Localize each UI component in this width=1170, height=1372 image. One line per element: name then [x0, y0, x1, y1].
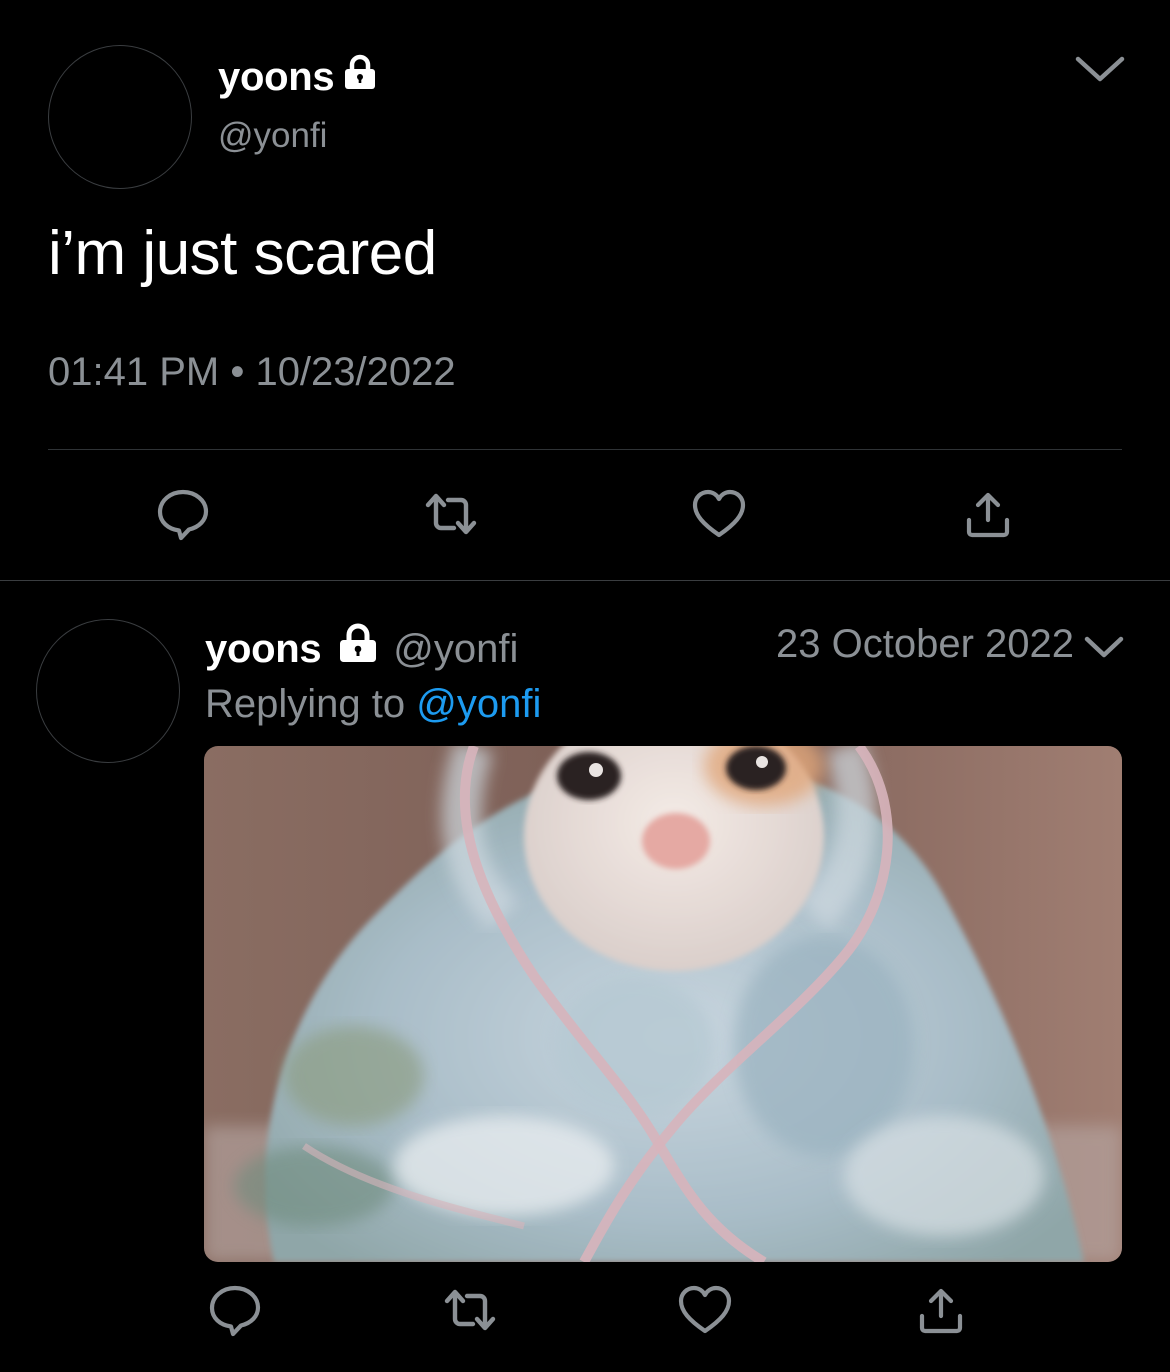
reply-icon — [155, 486, 211, 547]
display-name: yoons — [205, 626, 322, 671]
reply-date[interactable]: 23 October 2022 — [776, 622, 1074, 667]
display-name: yoons — [218, 54, 335, 99]
share-icon — [916, 1284, 966, 1341]
lock-icon — [335, 622, 381, 676]
heart-icon — [677, 1284, 733, 1341]
retweet-icon — [441, 1285, 499, 1340]
chevron-down-icon[interactable] — [1072, 50, 1128, 86]
reply-icon — [207, 1282, 263, 1343]
retweet-button[interactable] — [440, 1282, 500, 1342]
retweet-icon — [422, 489, 480, 544]
like-button[interactable] — [689, 486, 749, 546]
lock-icon — [340, 52, 380, 102]
mention-link[interactable]: @yonfi — [416, 682, 541, 726]
author-handle[interactable]: @yonfi — [218, 116, 327, 156]
reply-button[interactable] — [205, 1282, 265, 1342]
chevron-down-icon[interactable] — [1082, 632, 1126, 662]
divider — [0, 580, 1170, 581]
share-button[interactable] — [958, 486, 1018, 546]
divider — [48, 449, 1122, 450]
reply-button[interactable] — [153, 486, 213, 546]
author-handle: @yonfi — [393, 626, 519, 671]
replying-to: Replying to @yonfi — [205, 682, 541, 727]
avatar[interactable] — [36, 619, 180, 763]
like-button[interactable] — [675, 1282, 735, 1342]
tweet-media-image[interactable] — [204, 746, 1122, 1262]
heart-icon — [691, 488, 747, 545]
reply-author[interactable]: yoons @yonfi — [205, 622, 518, 676]
share-button[interactable] — [911, 1282, 971, 1342]
author-name[interactable]: yoons — [218, 52, 380, 102]
replying-label: Replying to — [205, 682, 406, 726]
retweet-button[interactable] — [421, 486, 481, 546]
tweet-text: i’m just scared — [48, 219, 437, 288]
tweet-timestamp[interactable]: 01:41 PM • 10/23/2022 — [48, 350, 456, 395]
share-icon — [963, 488, 1013, 545]
avatar[interactable] — [48, 45, 192, 189]
